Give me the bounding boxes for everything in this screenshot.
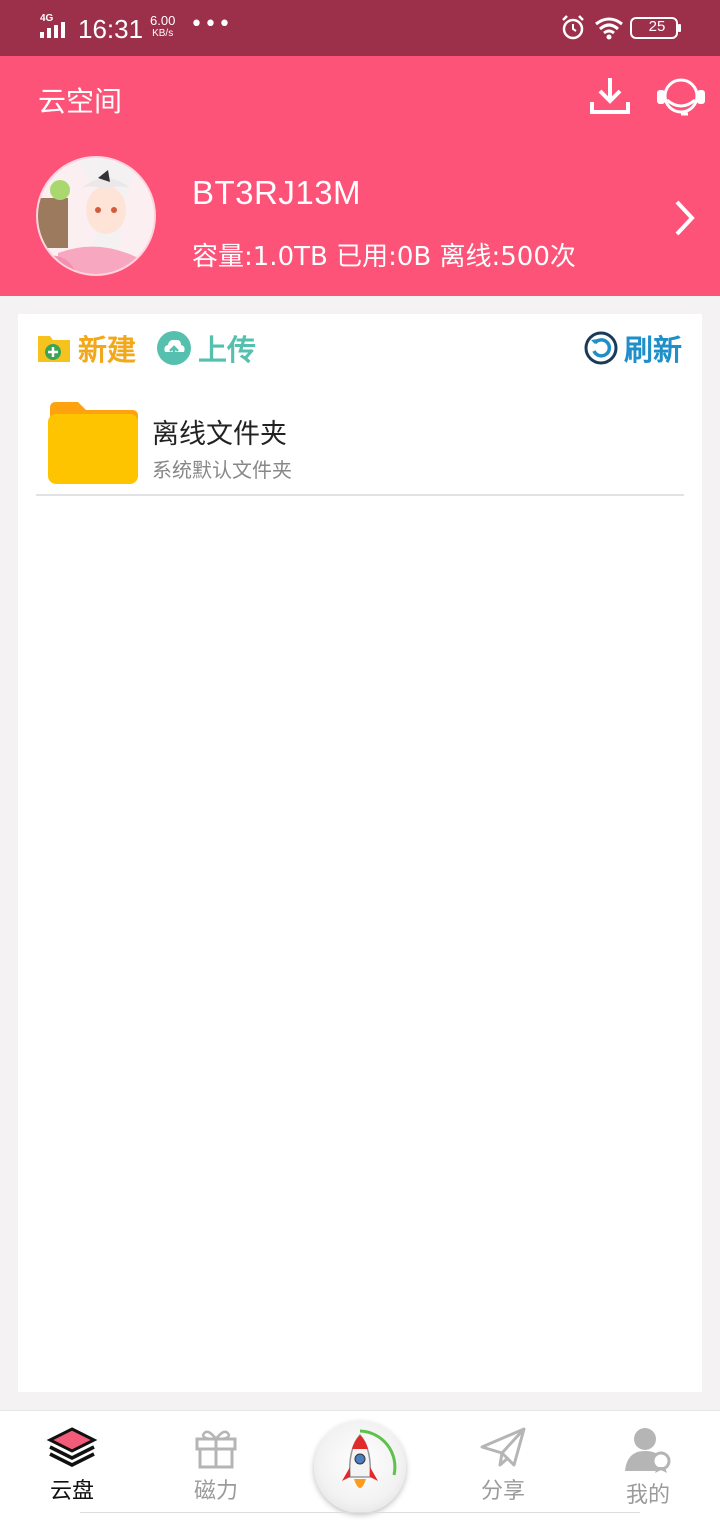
list-item[interactable]: 离线文件夹 系统默认文件夹 [36,394,684,496]
nav-mine-label: 我的 [625,1483,670,1508]
nav-cloud-disk[interactable]: 云盘 [22,1425,122,1505]
network-speed: 6.00 KB/s [150,14,175,40]
new-button[interactable]: 新建 [36,328,136,368]
refresh-icon [584,331,618,365]
new-folder-icon [38,336,70,362]
bottom-navigation: 云盘 磁力 分享 我的 [0,1410,720,1520]
download-icon[interactable] [588,76,632,116]
alarm-icon [562,15,584,40]
avatar[interactable] [36,156,156,276]
more-indicator: ••• [190,12,232,37]
quota-info: 容量:1.0TB 已用:0B 离线:500次 [192,242,576,272]
file-panel: 新建 上传 刷新 离线文件夹 系统默认文件夹 [18,314,702,1392]
folder-icon [48,402,138,484]
nav-mine[interactable]: 我的 [598,1425,698,1509]
file-description: 系统默认文件夹 [152,458,292,482]
page-title: 云空间 [38,85,123,118]
clock: 16:31 [78,14,144,44]
gift-icon [195,1430,237,1469]
nav-share-label: 分享 [480,1479,525,1504]
avatar-image [38,158,154,274]
file-name: 离线文件夹 [152,419,287,450]
layers-icon [46,1427,98,1467]
username: BT3RJ13M [192,174,362,211]
cloud-upload-icon [157,331,191,365]
speed-unit: KB/s [152,28,174,39]
nav-share[interactable]: 分享 [453,1425,553,1505]
rocket-icon [342,1429,397,1488]
paper-plane-icon [480,1427,526,1467]
upload-button[interactable]: 上传 [156,328,256,368]
chevron-right-icon[interactable] [672,198,698,238]
battery-level: 25 [648,18,666,35]
refresh-button[interactable]: 刷新 [584,328,682,368]
refresh-label: 刷新 [624,333,683,367]
customer-service-icon[interactable] [654,74,708,120]
svg-text:4G: 4G [40,13,54,24]
nav-magnet[interactable]: 磁力 [166,1425,266,1505]
speed-value: 6.00 [150,13,176,28]
wifi-icon [595,17,623,40]
bottom-edge [80,1512,640,1520]
new-label: 新建 [78,333,137,367]
upload-label: 上传 [198,333,257,367]
status-bar: 4G 16:31 6.00 KB/s ••• 25 [0,0,720,56]
user-profile-icon [625,1428,671,1473]
rocket-button[interactable] [314,1421,406,1513]
nav-magnet-label: 磁力 [193,1479,238,1504]
app-header: 云空间 BT3RJ13M 容量:1.0TB 已用:0B 离线:500次 [0,56,720,296]
signal-icon: 4G [40,13,65,38]
nav-cloud-label: 云盘 [49,1479,94,1504]
